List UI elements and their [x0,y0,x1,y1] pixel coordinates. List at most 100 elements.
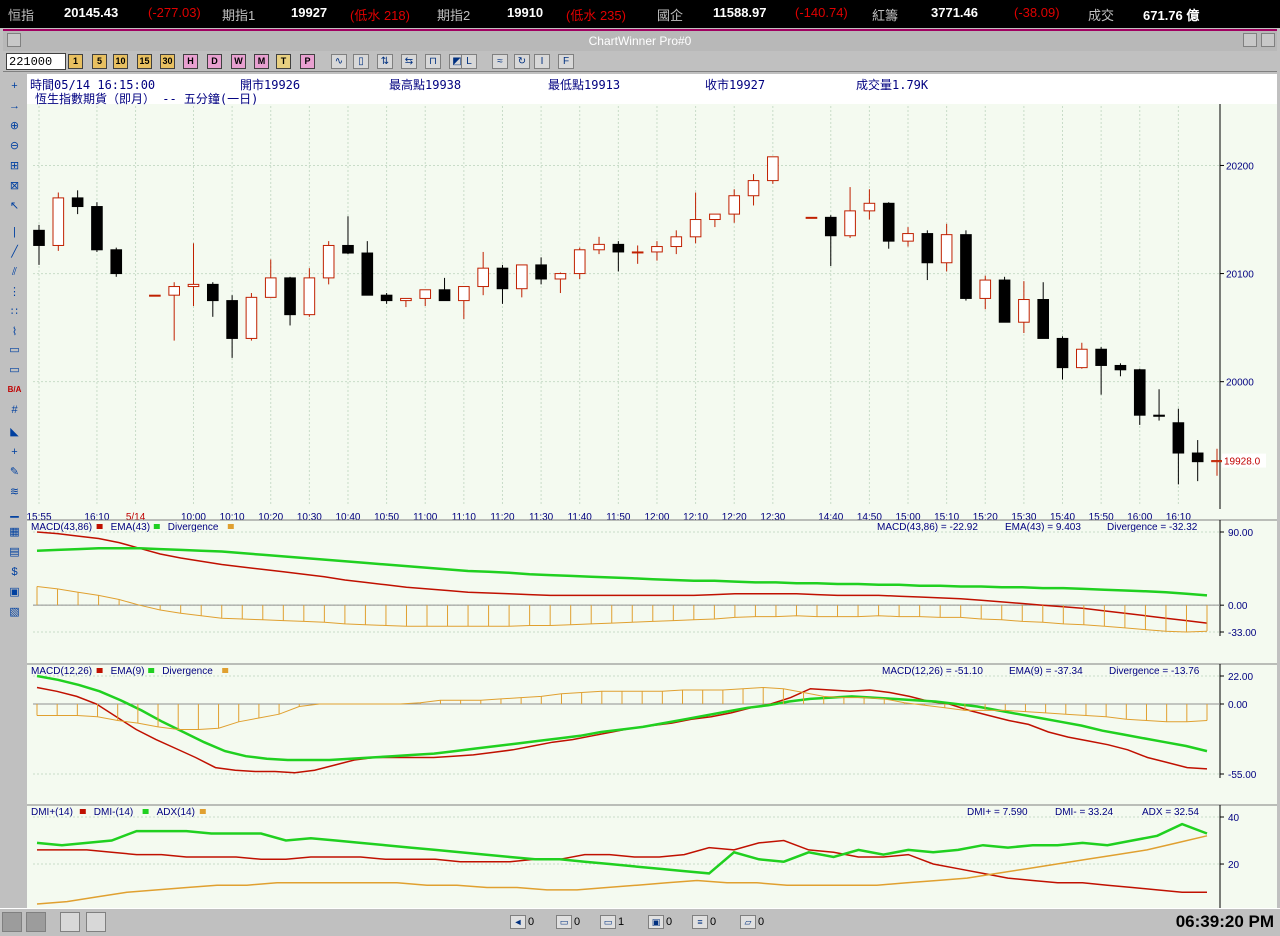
speed-line-icon[interactable]: ⌇ [6,324,23,340]
legend-swatch [96,524,103,529]
ticker-value: 19910 [507,5,544,20]
grid-icon[interactable]: # [6,402,23,418]
refresh-icon[interactable] [60,912,80,932]
candle-body [1172,422,1185,454]
scroll-icon[interactable]: $ [6,564,23,580]
label-icon[interactable]: L [461,54,477,69]
indicator-tick-label: -33.00 [1228,628,1257,639]
download-icon[interactable] [86,912,106,932]
status-button-2[interactable] [26,912,46,932]
compare-icon[interactable]: ⇆ [401,54,417,69]
pattern-icon[interactable]: ∷ [6,304,23,320]
candle [52,192,65,251]
overlay-icon[interactable]: ≈ [492,54,508,69]
box-icon[interactable]: ▭ [6,342,23,358]
candle [767,156,779,184]
crosshair-icon[interactable]: + [6,78,23,94]
candle-body [1191,452,1204,463]
period-button-w[interactable]: W [231,54,246,69]
plus-icon[interactable]: + [6,444,23,460]
list-icon: ≡ [692,915,708,929]
period-button-10[interactable]: 10 [113,54,128,69]
period-button-30[interactable]: 30 [160,54,175,69]
period-button-d[interactable]: D [207,54,222,69]
candle-body [998,279,1011,323]
info-volume: 成交量1.79K [856,78,929,92]
candle [805,216,818,219]
zoom-fit-icon[interactable]: ⊠ [6,178,23,194]
status-counter[interactable]: ≡ 0 [692,915,716,929]
zoom-in-icon[interactable]: ⊕ [6,118,23,134]
stock-code-input[interactable] [6,53,66,70]
zoom-out-icon[interactable]: ⊖ [6,138,23,154]
chart-area[interactable]: 20000 20100 20200 15:55 16:10 5/14 10:00 10:10 1… [27,74,1277,908]
status-button-1[interactable] [2,912,22,932]
candle-body [1211,460,1223,463]
vertical-line-icon[interactable]: | [6,224,23,240]
status-count: 0 [758,915,765,928]
note-icon[interactable]: ▤ [6,544,23,560]
chart-type-icon[interactable]: ⊓ [425,54,441,69]
status-counter[interactable]: ▭ 1 [600,915,624,929]
pointer-icon[interactable]: ↖ [6,198,23,214]
clipboard-icon[interactable]: ▧ [6,604,23,620]
ticker-value: 19927 [291,5,328,20]
period-button-15[interactable]: 15 [137,54,152,69]
line-chart-icon[interactable]: ∿ [331,54,347,69]
chart-canvas[interactable]: 20000201002020015:55 16:10 5/14 10:00 10:10 1… [27,74,1277,908]
candle-body [960,234,972,299]
pen-icon[interactable]: ✎ [6,464,23,480]
period-button-m[interactable]: M [254,54,269,69]
text-icon[interactable]: ▁ [6,504,23,520]
candle-body [670,236,683,248]
status-counter[interactable]: ▱ 0 [740,915,764,929]
trend-line-icon[interactable]: ╱ [6,244,23,260]
arrow-icon[interactable]: → [6,98,23,114]
candle-body [1153,414,1165,417]
clock: 06:39:20 PM [1175,912,1274,931]
candle-body [168,286,180,296]
fill-icon[interactable]: ◣ [6,424,23,440]
period-button-h[interactable]: H [183,54,198,69]
ticker-value: 11588.97 [713,5,767,20]
period-button-p[interactable]: P [300,54,315,69]
info-icon[interactable]: I [534,54,550,69]
indicator-readout: EMA(9) = -37.34 [1009,666,1083,677]
chart-toolbar: 15101530HDWMTP∿▯⇅⇆⊓◩L≈↻IF [3,52,1277,72]
status-counter[interactable]: ▭ 0 [556,915,580,929]
zoom-area-icon[interactable]: ⊞ [6,158,23,174]
candle-body [535,264,547,280]
status-counter[interactable]: ▣ 0 [648,915,672,929]
bid-ask-icon[interactable]: B/A [6,382,23,398]
candle-body [844,210,856,237]
period-button-1[interactable]: 1 [68,54,83,69]
chart-window: ChartWinner Pro#0 15101530HDWMTP∿▯⇅⇆⊓◩L≈… [0,28,1280,908]
calc-icon[interactable]: ▦ [6,524,23,540]
window-menu-icon[interactable] [7,33,21,47]
wave-icon[interactable]: ≋ [6,484,23,500]
window-titlebar[interactable]: ChartWinner Pro#0 [3,29,1277,51]
candle-body [284,277,296,316]
maximize-button[interactable] [1243,33,1257,47]
refresh-icon[interactable]: ↻ [514,54,530,69]
candle-body [515,264,528,290]
bar-chart-icon[interactable]: ⇅ [377,54,393,69]
period-button-t[interactable]: T [276,54,291,69]
ticker-change: (低水 235) [566,8,626,23]
candle-body [1076,348,1088,369]
candlestick-icon[interactable]: ▯ [353,54,369,69]
candle-body [824,216,837,237]
layout-icon[interactable]: ▣ [6,584,23,600]
close-button[interactable] [1261,33,1275,47]
parallel-line-icon[interactable]: ⫽ [6,264,23,280]
candle-body [863,202,876,212]
candle [91,202,103,252]
period-button-5[interactable]: 5 [92,54,107,69]
candle-body [303,277,316,316]
box2-icon[interactable]: ▭ [6,362,23,378]
function-icon[interactable]: F [558,54,574,69]
fibonacci-icon[interactable]: ⋮ [6,284,23,300]
legend-swatch [153,524,160,529]
status-counter[interactable]: ◄ 0 [510,915,534,929]
candle-body [689,219,702,238]
